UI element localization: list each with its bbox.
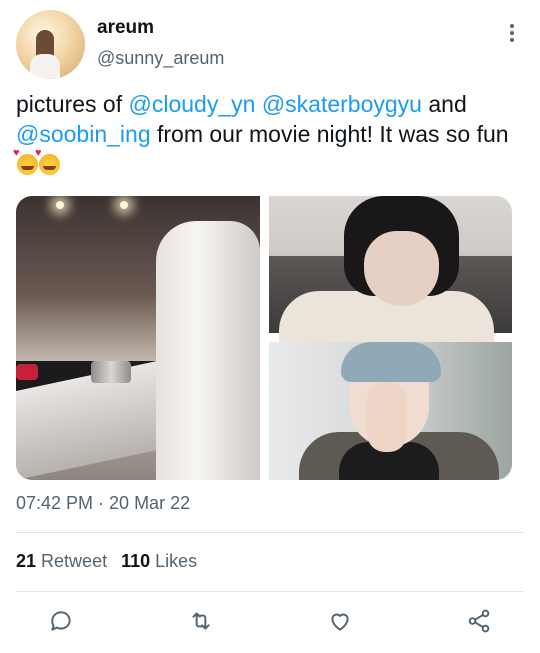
peace-sign-hand [367, 382, 407, 452]
reply-icon[interactable] [48, 608, 80, 640]
person-face [364, 231, 439, 306]
divider [16, 591, 524, 592]
media-grid [16, 196, 512, 480]
blanket-figure [156, 221, 260, 480]
tweet-text: pictures of @cloudy_yn @skaterboygyu and… [13, 89, 526, 179]
smiling-face-with-hearts-icon [35, 148, 60, 175]
avatar[interactable] [16, 10, 85, 79]
avatar-figure-body [30, 54, 60, 79]
tweet-text-suffix: from our movie night! It was so fun [150, 121, 509, 147]
photo-peace-sign[interactable] [269, 342, 512, 480]
retweet-icon[interactable] [188, 608, 220, 640]
mention-cloudy-yn[interactable]: @cloudy_yn [129, 91, 256, 117]
retweet-count[interactable]: 21 [16, 551, 36, 571]
mention-skaterboygyu[interactable]: @skaterboygyu [262, 91, 422, 117]
divider [16, 532, 524, 533]
action-bar [0, 600, 540, 650]
tweet-timestamp[interactable]: 07:42 PM · 20 Mar 22 [16, 493, 190, 514]
pot [91, 361, 131, 383]
ceiling-light [120, 201, 128, 209]
mention-soobin-ing[interactable]: @soobin_ing [16, 121, 151, 147]
like-icon[interactable] [327, 608, 359, 640]
red-object [16, 364, 38, 380]
tweet-text-and: and [421, 91, 467, 117]
tweet: areum @sunny_areum pictures of @cloudy_y… [0, 0, 540, 653]
retweet-label[interactable]: Retweet [41, 551, 107, 571]
photo-kitchen[interactable] [16, 196, 260, 480]
tweet-text-prefix: pictures of [16, 91, 129, 117]
person-hair [341, 342, 441, 382]
ceiling-light [56, 201, 64, 209]
engagement-stats: 21 Retweet 110 Likes [16, 551, 197, 572]
display-name[interactable]: areum [97, 17, 154, 39]
user-handle[interactable]: @sunny_areum [97, 48, 224, 69]
more-icon[interactable] [503, 24, 521, 44]
share-icon[interactable] [466, 608, 498, 640]
likes-count[interactable]: 110 [121, 551, 150, 571]
likes-label[interactable]: Likes [155, 551, 197, 571]
photo-sofa-portrait[interactable] [269, 196, 512, 351]
